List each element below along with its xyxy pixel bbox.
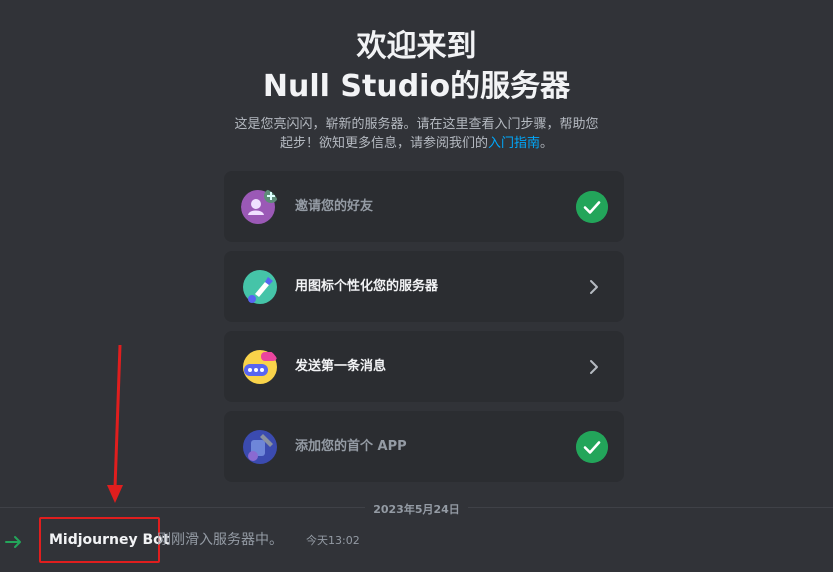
welcome-description-line1: 这是您亮闪闪，崭新的服务器。请在这里查看入门步骤，帮助您 xyxy=(234,117,599,132)
checklist-item-label: 邀请您的好友 xyxy=(295,199,374,214)
welcome-description: 这是您亮闪闪，崭新的服务器。请在这里查看入门步骤，帮助您 起步！欲知更多信息，请… xyxy=(0,115,833,153)
welcome-description-end: 。 xyxy=(540,136,554,151)
invite-friends-icon xyxy=(241,189,278,224)
date-divider: 2023年5月24日 xyxy=(0,498,833,519)
app-icon xyxy=(243,430,277,464)
message-icon xyxy=(243,350,277,384)
join-arrow-icon xyxy=(5,536,21,548)
completed-check-icon xyxy=(576,191,608,223)
checklist-item-add-app[interactable]: 添加您的首个 APP xyxy=(224,411,624,482)
chevron-right-icon xyxy=(590,360,598,374)
message-timestamp: 今天13:02 xyxy=(306,534,360,547)
date-divider-label: 2023年5月24日 xyxy=(365,501,468,519)
chevron-right-icon xyxy=(590,280,598,294)
checklist-item-invite-friends[interactable]: 邀请您的好友 xyxy=(224,171,624,242)
welcome-screen: 欢迎来到 Null Studio的服务器 这是您亮闪闪，崭新的服务器。请在这里查… xyxy=(0,0,833,572)
checklist-item-send-message[interactable]: 发送第一条消息 xyxy=(224,331,624,402)
personalize-icon xyxy=(243,270,277,304)
message-author[interactable]: Midjourney Bot xyxy=(49,530,169,550)
welcome-description-line2: 起步！欲知更多信息，请参阅我们的入门指南。 xyxy=(0,134,833,153)
completed-check-icon xyxy=(576,431,608,463)
welcome-description-text: 起步！欲知更多信息，请参阅我们的 xyxy=(279,136,488,151)
checklist-item-label: 用图标个性化您的服务器 xyxy=(295,279,439,294)
checklist-item-label: 发送第一条消息 xyxy=(295,359,387,374)
welcome-title-line2: Null Studio的服务器 xyxy=(262,69,571,104)
welcome-title-line1: 欢迎来到 xyxy=(356,29,477,64)
checklist-item-personalize[interactable]: 用图标个性化您的服务器 xyxy=(224,251,624,322)
system-join-message: Midjourney Bot 刚刚滑入服务器中。 今天13:02 xyxy=(0,517,833,564)
getting-started-guide-link[interactable]: 入门指南 xyxy=(488,136,540,151)
checklist-item-label: 添加您的首个 APP xyxy=(295,439,407,454)
message-text: 刚刚滑入服务器中。 xyxy=(157,532,283,548)
